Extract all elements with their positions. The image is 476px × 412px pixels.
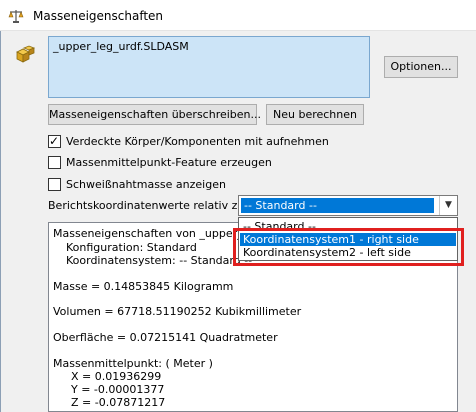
override-mass-properties-button[interactable]: Masseneigenschaften überschreiben... <box>48 104 261 125</box>
report-surface: Oberfläche = 0.07215141 Quadratmeter <box>53 331 278 344</box>
report-com-y: Y = -0.00001377 <box>71 383 165 396</box>
window-title: Masseneigenschaften <box>33 9 164 23</box>
report-header: Masseneigenschaften von _upper_l <box>53 227 246 240</box>
include-hidden-checkbox[interactable]: ✓ <box>48 134 61 148</box>
show-weld-mass-checkbox[interactable] <box>48 178 61 191</box>
select-value: -- Standard -- <box>241 198 434 213</box>
chevron-down-icon[interactable]: ▼ <box>439 196 457 215</box>
checkmark-icon: ✓ <box>49 134 60 148</box>
selection-list[interactable]: _upper_leg_urdf.SLDASM <box>48 36 370 98</box>
create-com-feature-label[interactable]: Massenmittelpunkt-Feature erzeugen <box>66 156 272 169</box>
report-com-x: X = 0.01936299 <box>71 370 162 383</box>
show-weld-mass-label[interactable]: Schweißnahtmasse anzeigen <box>66 178 226 191</box>
scale-icon <box>8 8 24 24</box>
create-com-feature-checkbox[interactable] <box>48 156 61 169</box>
report-configuration: Konfiguration: Standard <box>66 241 197 254</box>
options-button[interactable]: Optionen... <box>384 56 458 78</box>
coordinate-system-label: Berichtskoordinatenwerte relativ zu: <box>48 199 249 212</box>
report-com-z: Z = -0.07871217 <box>71 396 166 409</box>
report-mass: Masse = 0.14853845 Kilogramm <box>53 280 234 293</box>
assembly-icon <box>14 44 36 66</box>
include-hidden-label[interactable]: Verdeckte Körper/Komponenten mit aufnehm… <box>66 135 329 148</box>
highlight-annotation-box <box>233 228 464 266</box>
report-com-title: Massenmittelpunkt: ( Meter ) <box>53 357 213 370</box>
coordinate-system-select[interactable]: -- Standard -- ▼ <box>238 195 458 216</box>
list-item[interactable]: _upper_leg_urdf.SLDASM <box>53 40 189 53</box>
report-coordinate-system: Koordinatensystem: -- Standard -- <box>66 254 253 267</box>
recalculate-button[interactable]: Neu berechnen <box>266 104 364 125</box>
report-volume: Volumen = 67718.51190252 Kubikmillimeter <box>53 305 302 318</box>
window-edge <box>0 31 1 412</box>
